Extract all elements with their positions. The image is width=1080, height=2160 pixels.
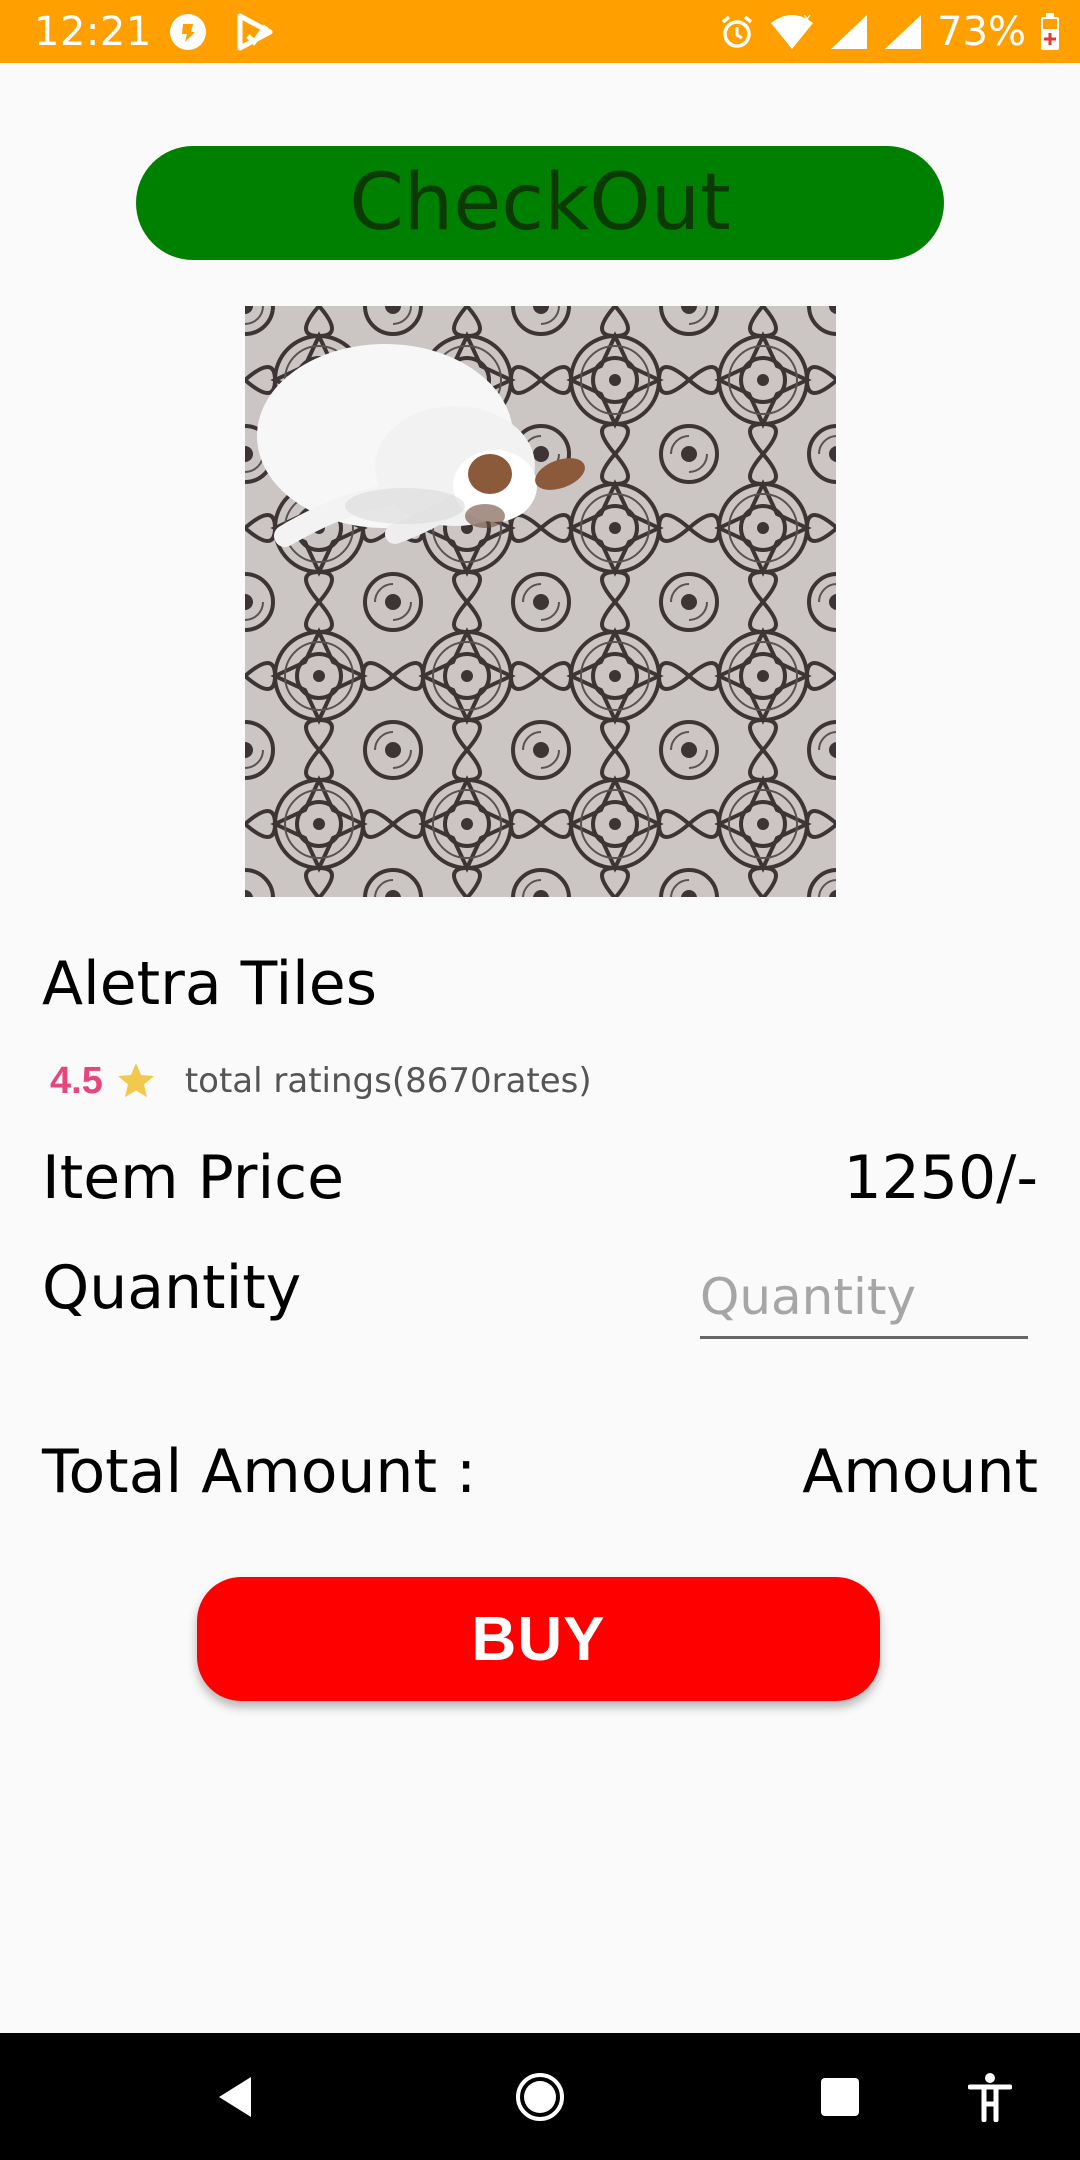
status-bar: 12:21 x 73% [0, 0, 1080, 63]
recents-icon[interactable] [819, 2076, 861, 2118]
rating-value: 4.5 [50, 1059, 103, 1102]
buy-button[interactable]: BUY [197, 1577, 880, 1701]
price-label: Item Price [42, 1143, 345, 1213]
signal-icon [885, 15, 922, 49]
signal-icon [831, 15, 868, 49]
back-icon[interactable] [213, 2073, 257, 2121]
play-store-icon [237, 13, 273, 51]
svg-text:x: x [803, 13, 811, 27]
quantity-label: Quantity [42, 1253, 302, 1323]
rating-row: 4.5 total ratings(8670rates) [50, 1054, 592, 1108]
star-icon [117, 1063, 154, 1098]
product-title: Aletra Tiles [42, 949, 377, 1019]
total-amount-value: Amount [802, 1437, 1038, 1507]
status-time: 12:21 [34, 9, 152, 55]
nav-accessibility[interactable] [955, 2033, 1025, 2160]
nav-home[interactable] [505, 2033, 575, 2160]
wifi-icon: x [771, 13, 814, 49]
product-image [245, 306, 836, 897]
price-value: 1250/- [843, 1143, 1038, 1213]
battery-percent: 73% [937, 9, 1026, 55]
nav-recents[interactable] [805, 2033, 875, 2160]
battery-icon [1041, 13, 1059, 50]
navigation-bar [0, 2033, 1080, 2160]
rating-total: total ratings(8670rates) [184, 1061, 592, 1101]
checkout-button[interactable]: CheckOut [136, 146, 944, 260]
notification-badge-icon [170, 14, 206, 50]
nav-back[interactable] [200, 2033, 270, 2160]
home-icon[interactable] [514, 2071, 566, 2123]
accessibility-icon[interactable] [968, 2072, 1012, 2122]
quantity-input[interactable] [700, 1258, 1028, 1339]
alarm-icon [721, 15, 753, 48]
total-amount-label: Total Amount : [42, 1437, 477, 1507]
